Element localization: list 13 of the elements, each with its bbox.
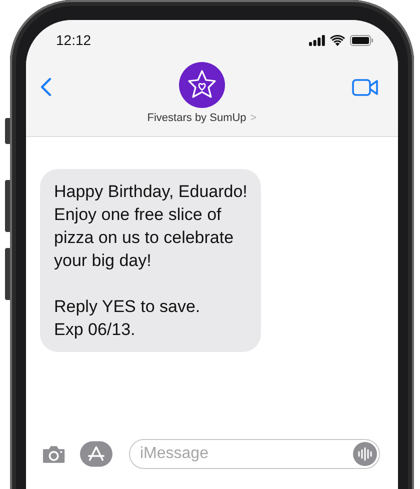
status-time: 12:12	[56, 32, 92, 48]
back-chevron-icon[interactable]	[40, 77, 52, 97]
app-store-icon[interactable]	[80, 441, 115, 467]
wifi-icon	[330, 34, 345, 46]
message-input-field[interactable]: iMessage	[129, 439, 380, 469]
audio-waveform-icon[interactable]	[353, 442, 377, 466]
battery-icon	[350, 34, 374, 46]
chevron-text: >	[250, 112, 257, 124]
message-bubble: Happy Birthday, Eduardo! Enjoy one free slice of pizza on us to celebrate your big day! Reply YES to save. Exp 06/13.	[40, 169, 262, 352]
camera-icon[interactable]	[42, 444, 66, 464]
video-camera-icon[interactable]	[352, 79, 378, 96]
signal-icon	[309, 34, 325, 46]
contact-name[interactable]: Fivestars by SumUp	[147, 112, 246, 124]
